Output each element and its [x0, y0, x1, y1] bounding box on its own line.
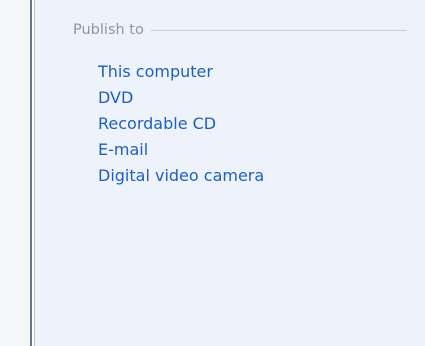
- publish-this-computer-link[interactable]: This computer: [98, 59, 264, 85]
- list-item: Recordable CD: [98, 111, 264, 137]
- publish-email-link[interactable]: E-mail: [98, 137, 264, 163]
- publish-to-header: Publish to: [73, 20, 407, 40]
- publish-recordable-cd-link[interactable]: Recordable CD: [98, 111, 264, 137]
- publish-dvd-link[interactable]: DVD: [98, 85, 264, 111]
- publish-to-task-list: This computer DVD Recordable CD E-mail D…: [98, 59, 264, 189]
- publish-digital-video-camera-link[interactable]: Digital video camera: [98, 163, 264, 189]
- list-item: This computer: [98, 59, 264, 85]
- list-item: Digital video camera: [98, 163, 264, 189]
- list-item: DVD: [98, 85, 264, 111]
- section-divider-line: [150, 30, 407, 31]
- window-frame-edge: [30, 0, 32, 346]
- window-frame-background: [0, 0, 30, 346]
- list-item: E-mail: [98, 137, 264, 163]
- section-title: Publish to: [73, 22, 144, 38]
